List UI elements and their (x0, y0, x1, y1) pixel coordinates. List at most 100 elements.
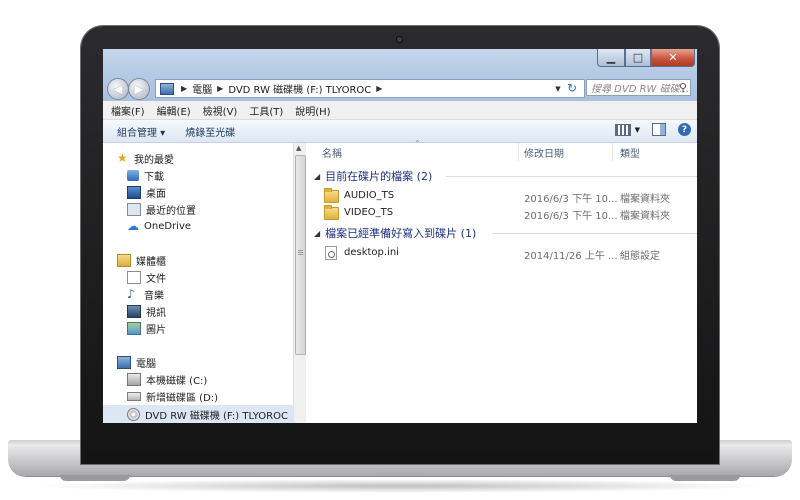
nav-item-drive-c[interactable]: 本機磁碟 (C:) (127, 371, 207, 387)
nav-item-label: OneDrive (144, 220, 192, 232)
nav-pane-scrollbar[interactable]: ▲ (293, 143, 306, 423)
preview-pane-icon[interactable] (652, 123, 666, 136)
back-button[interactable]: ◀ (107, 78, 129, 100)
group-header-ready-to-burn[interactable]: ◢ 檔案已經準備好寫入到碟片 (1) (314, 225, 476, 241)
burn-to-disc-button[interactable]: 燒錄至光碟 (171, 124, 241, 139)
column-modified-label: 修改日期 (524, 148, 564, 160)
laptop-foot-right (670, 475, 740, 481)
computer-icon (117, 355, 131, 369)
scrollbar-thumb[interactable] (295, 155, 306, 355)
column-header-type[interactable]: 類型 (620, 143, 640, 161)
column-divider[interactable] (518, 143, 519, 161)
organize-button[interactable]: 組合管理 ▾ (103, 124, 171, 139)
explorer-window: ▁ □ ✕ ◀ ▶ ▶ 電腦 ▶ DVD RW 磁碟機 (F:) TLYOROC… (103, 49, 697, 423)
file-row[interactable]: AUDIO_TS 2016/6/3 下午 10... 檔案資料夾 (306, 188, 697, 205)
nav-item-recent[interactable]: 最近的位置 (127, 201, 196, 217)
breadcrumb-separator-icon: ▶ (181, 84, 188, 93)
search-input[interactable]: 搜尋 DVD RW 磁碟... ⚲ (586, 79, 691, 96)
nav-item-downloads[interactable]: 下載 (127, 167, 164, 183)
folder-icon (324, 188, 339, 203)
column-divider[interactable] (612, 143, 613, 161)
nav-item-onedrive[interactable]: ☁ OneDrive (127, 218, 191, 234)
collapse-group-icon[interactable]: ◢ (314, 172, 320, 181)
minimize-button[interactable]: ▁ (597, 49, 625, 67)
nav-item-desktop[interactable]: 桌面 (127, 184, 166, 200)
menu-bar: 檔案(F) 編輯(E) 檢視(V) 工具(T) 說明(H) (103, 101, 697, 120)
menu-help[interactable]: 說明(H) (289, 103, 336, 118)
menu-view[interactable]: 檢視(V) (197, 103, 244, 118)
group-divider (492, 233, 697, 234)
view-dropdown-icon[interactable]: ▼ (635, 126, 640, 134)
desktop-icon (127, 185, 141, 199)
column-header-modified[interactable]: 修改日期 (524, 143, 564, 161)
search-icon[interactable]: ⚲ (679, 81, 687, 94)
file-date: 2016/6/3 下午 10... (524, 211, 618, 222)
menu-edit[interactable]: 編輯(E) (151, 103, 197, 118)
folder-icon (324, 205, 339, 220)
nav-item-label: DVD RW 磁碟機 (F:) TLYOROC (145, 410, 288, 422)
nav-item-label: 最近的位置 (146, 205, 196, 217)
change-view-icon[interactable] (614, 123, 631, 136)
nav-item-drive-d[interactable]: 新增磁碟區 (D:) (127, 388, 218, 404)
file-type: 組態設定 (620, 251, 660, 262)
breadcrumb-computer[interactable]: 電腦 (192, 81, 212, 96)
config-file-icon (325, 246, 337, 260)
music-icon: ♪ (127, 286, 135, 301)
windows-drive-icon (127, 372, 141, 386)
nav-libraries[interactable]: 媒體櫃 (117, 252, 166, 268)
breadcrumb-dvd-drive[interactable]: DVD RW 磁碟機 (F:) TLYOROC (228, 81, 371, 96)
nav-libraries-label: 媒體櫃 (136, 256, 166, 268)
help-icon[interactable]: ? (678, 123, 691, 136)
library-icon (117, 253, 131, 267)
file-name: VIDEO_TS (344, 207, 394, 218)
address-bar[interactable]: ▶ 電腦 ▶ DVD RW 磁碟機 (F:) TLYOROC ▶ ▼ (155, 79, 585, 98)
nav-favorites[interactable]: ★ 我的最愛 (117, 150, 174, 166)
hard-drive-icon (127, 391, 141, 401)
nav-item-label: 新增磁碟區 (D:) (146, 392, 219, 404)
nav-item-music[interactable]: ♪ 音樂 (127, 286, 164, 302)
maximize-button[interactable]: □ (625, 49, 651, 67)
menu-file[interactable]: 檔案(F) (103, 103, 151, 118)
refresh-icon[interactable]: ↻ (563, 79, 581, 97)
video-icon (127, 304, 141, 318)
star-icon: ★ (117, 150, 128, 165)
nav-item-videos[interactable]: 視訊 (127, 303, 166, 319)
menu-tools[interactable]: 工具(T) (243, 103, 289, 118)
file-name: desktop.ini (344, 247, 399, 258)
laptop-camera (397, 37, 402, 42)
scroll-up-icon[interactable]: ▲ (296, 144, 301, 152)
column-header-name[interactable]: 名稱 (322, 143, 342, 161)
nav-item-dvd-drive[interactable]: DVD RW 磁碟機 (F:) TLYOROC (127, 406, 288, 422)
file-list-pane: 名稱 ⌃ 修改日期 類型 ◢ 目前在碟片的檔案 (2) AUDIO_TS 201… (306, 139, 697, 423)
sort-ascending-icon: ⌃ (414, 139, 421, 148)
nav-item-pictures[interactable]: 圖片 (127, 320, 166, 336)
grip-icon (298, 250, 303, 256)
pictures-icon (127, 321, 141, 335)
file-row[interactable]: desktop.ini 2014/11/26 上午 ... 組態設定 (306, 245, 697, 262)
nav-item-label: 圖片 (146, 324, 166, 336)
search-placeholder: 搜尋 DVD RW 磁碟... (591, 84, 690, 95)
nav-item-label: 桌面 (146, 188, 166, 200)
computer-icon (160, 82, 174, 95)
breadcrumb-separator-icon: ▶ (217, 84, 224, 93)
dvd-disc-icon (127, 407, 140, 421)
navigation-pane: ★ 我的最愛 下載 桌面 最近的位置 ☁ OneDrive 媒體櫃 文件 ♪ 音… (103, 143, 293, 423)
column-name-label: 名稱 (322, 148, 342, 160)
close-button[interactable]: ✕ (651, 49, 695, 67)
nav-item-label: 本機磁碟 (C:) (146, 375, 208, 387)
cloud-icon: ☁ (127, 218, 139, 233)
forward-button[interactable]: ▶ (128, 78, 150, 100)
nav-item-label: 視訊 (146, 307, 166, 319)
nav-item-label: 下載 (144, 171, 164, 183)
group-header-on-disc[interactable]: ◢ 目前在碟片的檔案 (2) (314, 168, 432, 184)
file-type: 檔案資料夾 (620, 194, 670, 205)
nav-item-documents[interactable]: 文件 (127, 269, 166, 285)
nav-computer-label: 電腦 (136, 358, 156, 370)
file-name: AUDIO_TS (344, 190, 395, 201)
nav-item-label: 音樂 (144, 290, 164, 302)
file-row[interactable]: VIDEO_TS 2016/6/3 下午 10... 檔案資料夾 (306, 205, 697, 222)
command-toolbar: 組合管理 ▾ 燒錄至光碟 ▼ ? (103, 120, 697, 143)
nav-computer[interactable]: 電腦 (117, 354, 156, 370)
laptop-shadow (30, 479, 770, 493)
collapse-group-icon[interactable]: ◢ (314, 229, 320, 238)
